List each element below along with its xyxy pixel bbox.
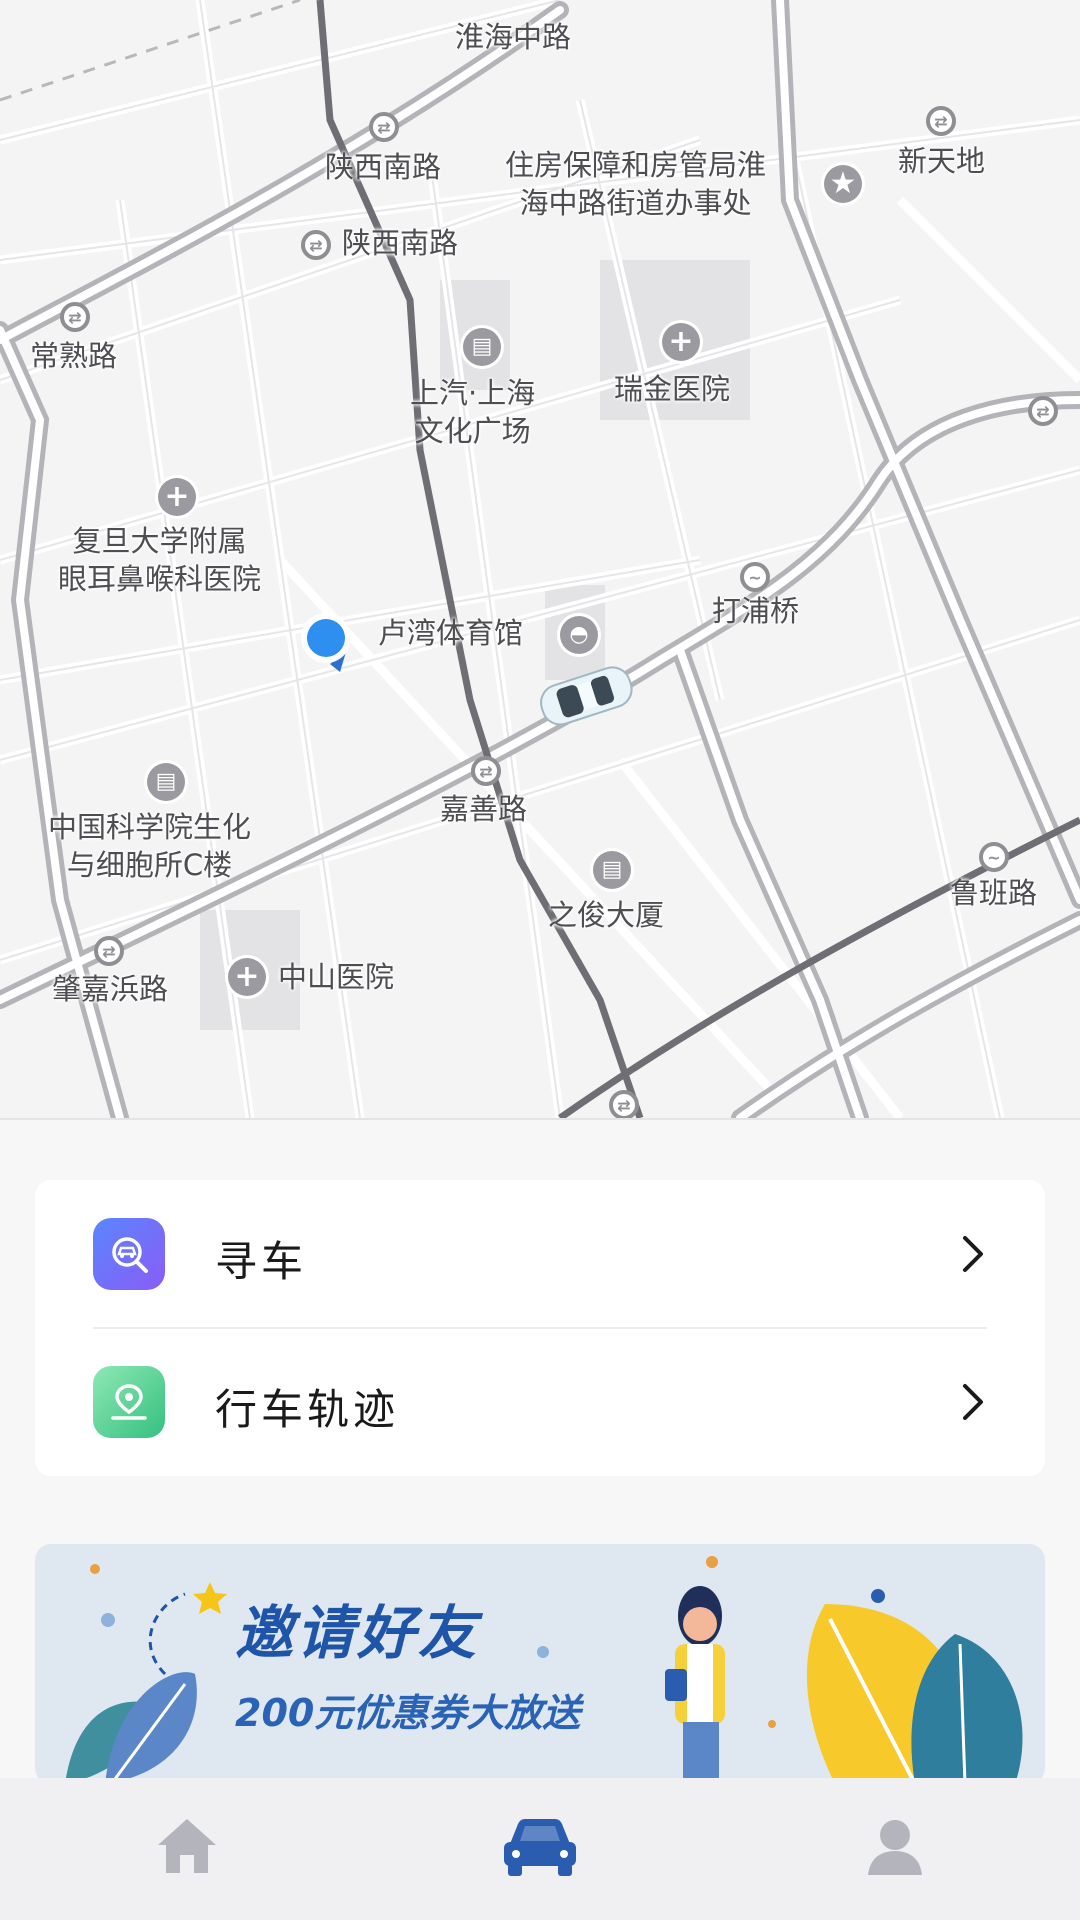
tab-profile[interactable] — [850, 1806, 940, 1886]
driving-track-icon — [93, 1366, 165, 1438]
user-location-marker — [301, 613, 351, 672]
map-label: 肇嘉浜路 — [52, 972, 169, 1006]
map-label: 中国科学院生化 与细胞所C楼 — [48, 810, 252, 882]
building-icon: ▤ — [147, 763, 185, 801]
metro-station-icon: ⇄ — [926, 106, 956, 136]
banner-illustration — [65, 1556, 1023, 1784]
metro-station-icon: ~ — [740, 562, 770, 592]
metro-station-icon: ⇄ — [609, 1090, 639, 1118]
tab-car[interactable] — [495, 1806, 585, 1886]
hospital-icon: + — [158, 478, 196, 516]
building-icon: ▤ — [593, 851, 631, 889]
map-view[interactable]: ⇄ ⇄ ⇄ ⇄ ⇄ ⇄ ⇄ ⇄ ~ ~ ★ ▤ + + ◓ ▤ ▤ + 淮海中路… — [0, 0, 1080, 1120]
map-label: 中山医院 — [278, 960, 395, 994]
landmark-star-icon: ★ — [824, 165, 862, 203]
bottom-tab-bar — [0, 1778, 1080, 1920]
map-label: 住房保障和房管局淮 海中路街道办事处 — [505, 148, 767, 220]
banner-title: 邀请好友 — [235, 1599, 480, 1667]
metro-station-icon: ⇄ — [60, 302, 90, 332]
menu-item-driving-track[interactable]: 行车轨迹 — [35, 1328, 1045, 1476]
car-icon — [504, 1819, 576, 1876]
map-label: 之俊大厦 — [548, 898, 665, 932]
metro-station-icon: ⇄ — [1028, 396, 1058, 426]
hospital-icon: + — [662, 323, 700, 361]
service-menu-card: 寻车 行车轨迹 — [35, 1180, 1045, 1476]
map-label: 淮海中路 — [455, 20, 572, 54]
metro-station-icon: ⇄ — [471, 756, 501, 786]
stadium-icon: ◓ — [560, 616, 598, 654]
invite-friends-banner[interactable]: 邀请好友 200元优惠券大放送 — [35, 1544, 1045, 1784]
chevron-right-icon — [963, 1236, 983, 1272]
menu-item-label: 寻车 — [215, 1237, 308, 1286]
map-label: 新天地 — [898, 144, 986, 178]
metro-station-icon: ⇄ — [301, 230, 331, 260]
map-label: 卢湾体育馆 — [378, 616, 524, 650]
banner-subtitle: 200元优惠券大放送 — [235, 1691, 581, 1735]
map-label: 上汽·上海 文化广场 — [410, 376, 536, 448]
profile-icon — [868, 1820, 922, 1875]
metro-station-icon: ⇄ — [94, 936, 124, 966]
hospital-icon: + — [228, 958, 266, 996]
building-icon: ▤ — [463, 328, 501, 366]
find-car-icon — [93, 1218, 165, 1290]
menu-item-label: 行车轨迹 — [215, 1385, 400, 1434]
menu-item-find-car[interactable]: 寻车 — [35, 1180, 1045, 1329]
map-label: 打浦桥 — [712, 594, 800, 628]
map-label: 嘉善路 — [440, 792, 528, 826]
map-label: 常熟路 — [30, 339, 118, 373]
car-location-marker[interactable] — [532, 664, 640, 726]
map-label: 复旦大学附属 眼耳鼻喉科医院 — [58, 524, 262, 596]
map-label: 瑞金医院 — [614, 372, 731, 406]
map-label: 陕西南路 — [325, 150, 442, 184]
map-label: 陕西南路 — [342, 226, 459, 260]
home-icon — [158, 1819, 216, 1873]
map-label: 鲁班路 — [950, 876, 1038, 910]
metro-station-icon: ⇄ — [369, 112, 399, 142]
metro-station-icon: ~ — [979, 842, 1009, 872]
tab-home[interactable] — [142, 1806, 232, 1886]
chevron-right-icon — [963, 1384, 983, 1420]
